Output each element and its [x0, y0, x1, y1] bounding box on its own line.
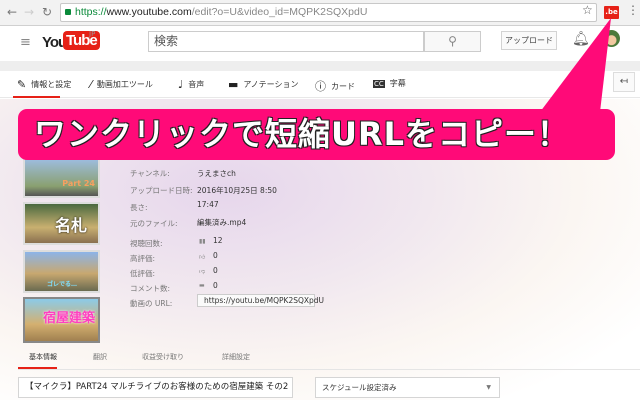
- thumbs-down-icon: 👎︎: [199, 268, 206, 275]
- search-icon: ⚲: [448, 34, 457, 48]
- logo-region: JP: [89, 30, 96, 38]
- thumbnail-option[interactable]: 名札: [23, 202, 100, 245]
- video-url-label: 動画の URL:: [130, 299, 173, 308]
- reload-icon[interactable]: ↻: [42, 5, 52, 19]
- bottom-tab-basic[interactable]: 基本情報: [29, 352, 57, 362]
- search-input[interactable]: 検索: [148, 31, 424, 52]
- active-tab-indicator: [13, 96, 60, 98]
- video-title-input[interactable]: 【マイクラ】PART24 マルチライブのお客様のための宿屋建築 その2: [18, 377, 293, 398]
- tab-enhancements[interactable]: ⁄ 動画加工ツール: [90, 78, 153, 91]
- thumbnail-text: Part 24: [62, 179, 95, 188]
- channel-value[interactable]: うえまさch: [197, 168, 236, 179]
- editor-tabs: ✎ 情報と設定 ⁄ 動画加工ツール ♩ 音声 ▬ アノテーション ⓘ カード CC 字幕: [0, 71, 640, 98]
- back-arrow-icon[interactable]: ←: [7, 5, 17, 19]
- magic-wand-icon: ⁄: [90, 78, 92, 91]
- upload-button[interactable]: アップロード: [501, 31, 557, 50]
- youtu-be-extension-icon[interactable]: .be: [604, 6, 619, 19]
- bell-icon[interactable]: 🔔︎: [572, 31, 590, 47]
- visibility-value: スケジュール設定済み: [322, 383, 397, 392]
- comments-label: コメント数:: [130, 284, 171, 293]
- back-button[interactable]: ↤: [613, 72, 635, 92]
- promo-callout: ワンクリックで短縮URLをコピー！: [18, 109, 615, 160]
- browser-menu-icon[interactable]: ⋮: [627, 3, 639, 17]
- bar-chart-icon: ▮▮: [199, 238, 206, 245]
- thumbnail-option[interactable]: ゴレでる…: [23, 250, 100, 293]
- search-button[interactable]: ⚲: [424, 31, 481, 52]
- dislikes-label: 低評価:: [130, 269, 156, 278]
- tab-annotations[interactable]: ▬ アノテーション: [228, 78, 299, 91]
- thumbnail-text: 宿屋建築: [43, 311, 96, 326]
- uploaded-value: 2016年10月25日 8:50: [197, 186, 277, 195]
- thumbnail-option-selected[interactable]: 宿屋建築: [23, 297, 100, 343]
- tab-audio[interactable]: ♩ 音声: [178, 78, 204, 91]
- views-value: 12: [213, 236, 223, 245]
- address-bar[interactable]: https://www.youtube.com/edit?o=U&video_i…: [60, 3, 597, 22]
- hamburger-menu-icon[interactable]: ≡: [20, 35, 31, 50]
- tab-label: 動画加工ツール: [96, 80, 153, 89]
- thumbnail-option[interactable]: Part 24: [23, 155, 100, 198]
- tab-cards[interactable]: ⓘ カード: [315, 78, 355, 94]
- url-path: /edit?o=U&video_id=MQPK2SQXpdU: [191, 6, 368, 18]
- likes-label: 高評価:: [130, 254, 156, 263]
- tab-label: 情報と設定: [31, 80, 72, 89]
- url-host: www.youtube.com: [106, 6, 192, 18]
- visibility-select[interactable]: スケジュール設定済み ▼: [315, 377, 500, 398]
- length-label: 長さ:: [130, 203, 148, 212]
- cc-icon: CC: [373, 79, 385, 88]
- youtube-header: ≡ You Tube JP 検索 ⚲ アップロード 🔔︎: [0, 27, 640, 61]
- thumbnail-text: 名札: [55, 216, 88, 235]
- dislikes-value: 0: [213, 266, 218, 275]
- uploaded-label: アップロード日時:: [130, 186, 193, 195]
- file-label: 元のファイル:: [130, 219, 178, 228]
- views-label: 視聴回数:: [130, 239, 163, 248]
- url-scheme: https://: [75, 6, 107, 18]
- channel-label: チャンネル:: [130, 169, 170, 178]
- dropdown-arrow-icon: ▼: [486, 384, 491, 391]
- bottom-tab-monetization[interactable]: 収益受け取り: [142, 352, 184, 362]
- bottom-tab-translation[interactable]: 翻訳: [93, 352, 107, 362]
- bookmark-star-icon[interactable]: ☆: [582, 3, 593, 17]
- tab-label: 字幕: [389, 79, 406, 88]
- likes-value: 0: [213, 251, 218, 260]
- divider-band: [0, 61, 640, 71]
- avatar[interactable]: [603, 30, 620, 47]
- music-note-icon: ♩: [178, 78, 184, 91]
- tab-subtitles[interactable]: CC 字幕: [373, 78, 406, 89]
- forward-arrow-icon[interactable]: →: [24, 5, 34, 19]
- file-value: 編集済み.mp4: [197, 218, 247, 227]
- info-icon: ⓘ: [315, 80, 326, 93]
- tab-label: カード: [331, 81, 355, 91]
- tab-label: アノテーション: [243, 80, 299, 89]
- tab-label: 音声: [188, 80, 205, 89]
- bottom-tab-advanced[interactable]: 詳細設定: [222, 352, 250, 362]
- speech-bubble-icon: ▬: [228, 78, 239, 91]
- comment-icon: ▬: [199, 282, 205, 289]
- thumbs-up-icon: 👍︎: [199, 254, 206, 261]
- thumbnail-text: ゴレでる…: [47, 281, 78, 288]
- browser-toolbar: ← → ↻ https://www.youtube.com/edit?o=U&v…: [0, 0, 640, 26]
- video-url-field[interactable]: https://youtu.be/MQPK2SQXpdU: [197, 294, 324, 307]
- divider: [18, 369, 640, 370]
- comments-value: 0: [213, 281, 218, 290]
- tab-info-settings[interactable]: ✎ 情報と設定: [17, 78, 71, 91]
- pencil-icon: ✎: [17, 78, 27, 91]
- length-value: 17:47: [197, 200, 219, 209]
- lock-icon: [65, 9, 71, 15]
